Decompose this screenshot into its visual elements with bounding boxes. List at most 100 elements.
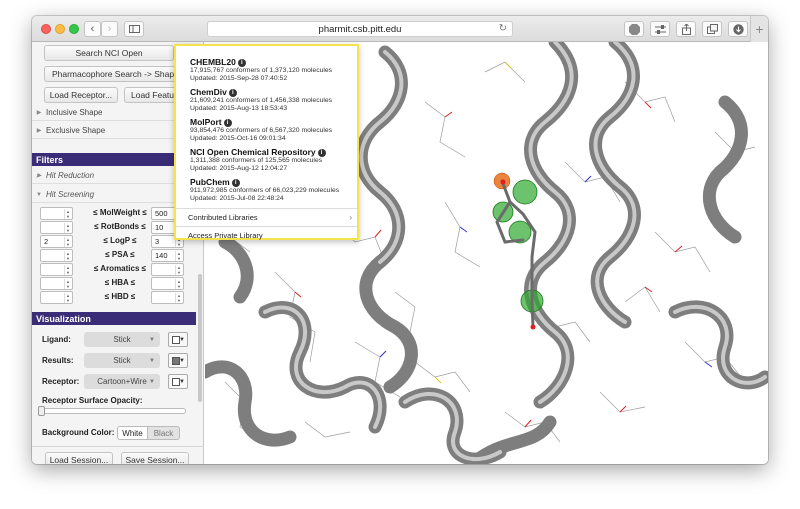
opacity-label: Receptor Surface Opacity: [42, 396, 143, 405]
receptor-style-select[interactable]: Cartoon+Wire ▼ [84, 374, 160, 389]
library-item-nci-open[interactable]: NCI Open Chemical Repository i 1,311,388 … [190, 147, 362, 173]
spinner-arrows-icon[interactable]: ▲▼ [175, 251, 182, 261]
minimize-window-button[interactable] [55, 24, 65, 34]
opacity-slider[interactable] [42, 408, 186, 414]
spinner-arrows-icon[interactable]: ▲▼ [175, 293, 182, 303]
psa-min-input[interactable]: ▲ ▼ [40, 249, 73, 262]
spinner-arrows-icon[interactable]: ▲▼ [64, 209, 71, 219]
opacity-slider-handle[interactable] [38, 406, 45, 416]
chevron-right-icon: ▶ [36, 128, 42, 134]
oxygen-atom [500, 179, 506, 185]
stop-sign-icon [628, 23, 640, 35]
info-icon[interactable]: i [237, 59, 246, 67]
tabs-overview-button[interactable] [702, 21, 722, 37]
ligand-style-select[interactable]: Stick ▼ [84, 332, 160, 347]
filter-label: ≤ MolWeight ≤ [93, 208, 147, 217]
spinner-arrows-icon[interactable]: ▲▼ [64, 251, 71, 261]
pharmacophore-mode-button[interactable]: Pharmacophore Search -> Shape ( [44, 66, 192, 82]
sidebar-icon [128, 25, 140, 33]
filter-row-hba: ▲ ▼ ≤ HBA ≤ ▲ ▼ [32, 277, 204, 291]
address-bar[interactable]: pharmit.csb.pitt.edu ↻ [207, 21, 513, 37]
filter-label: ≤ PSA ≤ [105, 250, 135, 259]
browser-window: ‹ › pharmit.csb.pitt.edu ↻ + Search NCI … [32, 16, 768, 464]
section-label: Hit Reduction [46, 171, 95, 180]
rotbonds-min-input[interactable]: ▲ ▼ [40, 221, 73, 234]
receptor-color-picker[interactable]: ▼ [168, 374, 188, 389]
section-label: Exclusive Shape [46, 126, 106, 135]
contributed-libraries-menu-item[interactable]: Contributed Libraries › [176, 208, 357, 226]
library-item-chemdiv[interactable]: ChemDiv i 21,609,241 conformers of 1,456,… [190, 87, 362, 113]
database-dropdown-menu: CHEMBL20 i 17,915,767 conformers of 1,373… [174, 44, 359, 240]
filter-label: ≤ Aromatics ≤ [93, 264, 147, 273]
hba-max-input[interactable]: ▲ ▼ [151, 277, 184, 290]
new-tab-button[interactable]: + [750, 16, 768, 42]
search-database-button[interactable]: Search NCI Open [44, 45, 174, 61]
library-item-chembl20[interactable]: CHEMBL20 i 17,915,767 conformers of 1,373… [190, 57, 362, 83]
load-receptor-button[interactable]: Load Receptor... [44, 87, 118, 103]
results-style-select[interactable]: Stick ▼ [84, 353, 160, 368]
url-text: pharmit.csb.pitt.edu [318, 23, 402, 35]
share-icon [681, 23, 691, 35]
filter-row-hbd: ▲ ▼ ≤ HBD ≤ ▲ ▼ [32, 291, 204, 305]
filter-label: ≤ LogP ≤ [103, 236, 137, 245]
info-icon[interactable]: i [317, 149, 326, 157]
divider [32, 446, 204, 447]
reload-icon[interactable]: ↻ [499, 23, 507, 34]
chevron-down-icon: ▼ [149, 336, 155, 343]
info-icon[interactable]: i [223, 119, 232, 127]
aromatics-max-input[interactable]: ▲ ▼ [151, 263, 184, 276]
spinner-arrows-icon[interactable]: ▲▼ [64, 223, 71, 233]
spinner-arrows-icon[interactable]: ▲▼ [175, 279, 182, 289]
psa-max-input[interactable]: 140 ▲ ▼ [151, 249, 184, 262]
back-button[interactable]: ‹ [84, 21, 101, 37]
hydrophobic-sphere[interactable] [512, 179, 538, 205]
tabs-icon [706, 24, 718, 34]
plus-icon: + [755, 21, 764, 37]
hba-min-input[interactable]: ▲ ▼ [40, 277, 73, 290]
load-session-button[interactable]: Load Session... [45, 452, 113, 464]
close-window-button[interactable] [41, 24, 51, 34]
color-swatch [172, 357, 180, 365]
save-session-button[interactable]: Save Session... [121, 452, 189, 464]
private-library-menu-item[interactable]: Access Private Library [176, 226, 357, 244]
molweight-min-input[interactable]: ▲ ▼ [40, 207, 73, 220]
forward-button[interactable]: › [101, 21, 118, 37]
aromatics-min-input[interactable]: ▲ ▼ [40, 263, 73, 276]
chevron-right-icon: › [349, 213, 352, 222]
results-color-picker[interactable]: ▼ [168, 353, 188, 368]
info-icon[interactable]: i [228, 89, 237, 97]
background-black-button[interactable]: Black [148, 426, 180, 440]
spinner-arrows-icon[interactable]: ▲▼ [64, 279, 71, 289]
library-item-pubchem[interactable]: PubChem i 911,972,985 conformers of 66,02… [190, 177, 362, 203]
visualization-header: Visualization [32, 312, 196, 325]
background-color-label: Background Color: [42, 428, 115, 437]
sliders-icon [654, 24, 666, 34]
background-white-button[interactable]: White [117, 426, 148, 440]
spinner-arrows-icon[interactable]: ▲▼ [64, 293, 71, 303]
color-swatch [172, 336, 180, 344]
info-icon[interactable]: i [231, 179, 240, 187]
chevron-left-icon: ‹ [90, 22, 95, 35]
logp-min-input[interactable]: 2 ▲ ▼ [40, 235, 73, 248]
results-label: Results: [42, 356, 74, 365]
share-button[interactable] [676, 21, 696, 37]
color-swatch [172, 378, 180, 386]
adblock-button[interactable] [624, 21, 644, 37]
downloads-button[interactable] [728, 21, 748, 37]
library-item-molport[interactable]: MolPort i 93,854,476 conformers of 6,567,… [190, 117, 362, 143]
vis-row-ligand: Ligand: Stick ▼ ▼ [32, 332, 204, 348]
ligand-color-picker[interactable]: ▼ [168, 332, 188, 347]
hbd-max-input[interactable]: ▲ ▼ [151, 291, 184, 304]
maximize-window-button[interactable] [69, 24, 79, 34]
filter-label: ≤ HBA ≤ [104, 278, 136, 287]
extension-button[interactable] [650, 21, 670, 37]
pharmacophore-features[interactable] [492, 172, 544, 313]
filter-row-psa: ▲ ▼ ≤ PSA ≤ 140 ▲ ▼ [32, 249, 204, 263]
hbd-min-input[interactable]: ▲ ▼ [40, 291, 73, 304]
spinner-arrows-icon[interactable]: ▲▼ [175, 265, 182, 275]
filter-label: ≤ HBD ≤ [104, 292, 136, 301]
spinner-arrows-icon[interactable]: ▲▼ [64, 237, 71, 247]
spinner-arrows-icon[interactable]: ▲▼ [64, 265, 71, 275]
sidebar-toggle-button[interactable] [124, 21, 144, 37]
chevron-right-icon: › [107, 22, 112, 35]
